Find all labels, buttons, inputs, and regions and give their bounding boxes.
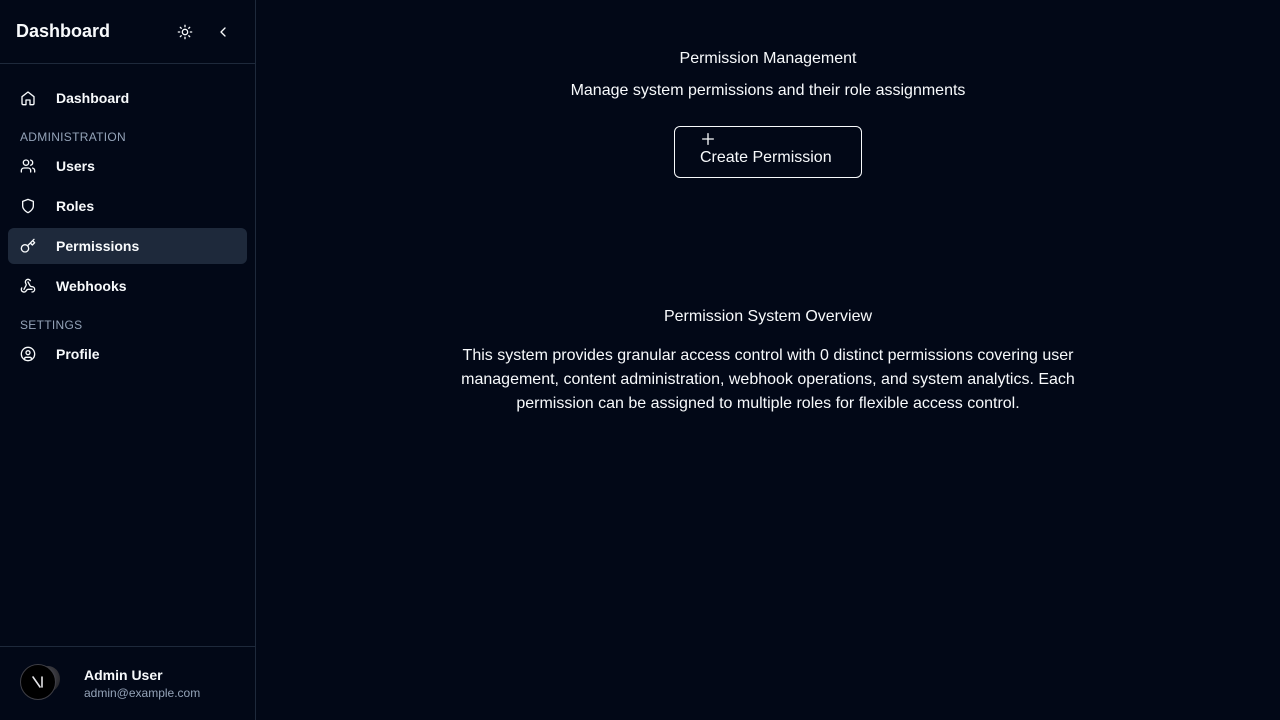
sidebar-title: Dashboard <box>16 21 111 41</box>
sidebar-item-label: Profile <box>56 346 100 362</box>
chevron-left-icon <box>220 26 226 37</box>
sidebar-item-profile[interactable]: Profile <box>8 336 247 372</box>
user-name: Admin User <box>84 667 163 683</box>
avatar-logo-icon <box>20 663 56 700</box>
user-info: Admin User admin@example.com <box>84 667 200 700</box>
sidebar-item-permissions[interactable]: Permissions <box>8 228 247 264</box>
main-content: Permission Management Manage system perm… <box>256 0 1280 720</box>
shield-icon <box>20 198 36 214</box>
section-label-administration: ADMINISTRATION <box>20 130 126 144</box>
webhook-icon <box>20 278 36 294</box>
overview-text: This system provides granular access con… <box>461 347 1075 412</box>
theme-toggle-button[interactable] <box>169 16 201 48</box>
sidebar-item-label: Permissions <box>56 238 140 254</box>
plus-icon <box>700 131 716 147</box>
user-circle-icon <box>20 346 36 362</box>
create-permission-label: Create Permission <box>700 149 832 166</box>
home-icon <box>20 90 36 106</box>
sidebar-header: Dashboard <box>0 0 255 64</box>
sun-icon <box>177 24 193 39</box>
collapse-sidebar-button[interactable] <box>207 16 239 48</box>
key-icon <box>20 238 36 254</box>
app-root: Dashboard Dashboard ADMINISTRATION Users… <box>0 0 1280 720</box>
user-card[interactable]: Admin User admin@example.com <box>0 646 255 720</box>
sidebar-item-users[interactable]: Users <box>8 148 247 184</box>
sidebar-item-roles[interactable]: Roles <box>8 188 247 224</box>
sidebar-item-label: Dashboard <box>56 90 130 106</box>
sidebar: Dashboard Dashboard ADMINISTRATION Users… <box>0 0 256 720</box>
sidebar-item-label: Users <box>56 158 95 174</box>
page-header: Permission Management Manage system perm… <box>256 48 1280 178</box>
sidebar-nav: Dashboard ADMINISTRATION Users Roles Per… <box>0 64 255 646</box>
sidebar-item-label: Roles <box>56 198 95 214</box>
sidebar-item-webhooks[interactable]: Webhooks <box>8 268 247 304</box>
avatar[interactable] <box>20 663 60 704</box>
create-permission-button[interactable]: Create Permission <box>674 126 862 178</box>
page-title: Permission Management <box>679 50 857 67</box>
sidebar-item-label: Webhooks <box>56 278 127 294</box>
sidebar-item-dashboard[interactable]: Dashboard <box>8 80 247 116</box>
page-subtitle: Manage system permissions and their role… <box>570 82 966 99</box>
section-label-settings: SETTINGS <box>20 318 83 332</box>
user-email: admin@example.com <box>84 686 201 700</box>
overview-title: Permission System Overview <box>663 308 873 325</box>
overview-section: Permission System Overview This system p… <box>256 306 1280 416</box>
users-icon <box>20 158 36 174</box>
